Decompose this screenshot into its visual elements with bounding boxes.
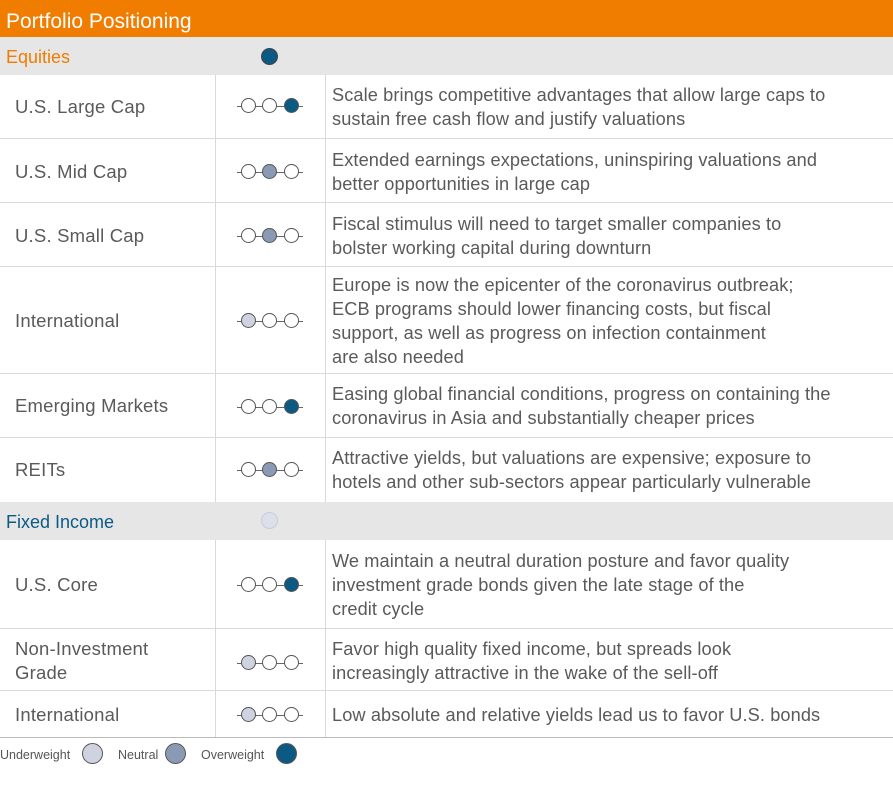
underweight-icon <box>82 743 103 764</box>
asset-class-name: U.S. Small Cap <box>15 225 145 246</box>
page-title: Portfolio Positioning <box>0 0 893 37</box>
position-indicator-icon <box>237 399 303 415</box>
position-indicator-icon <box>237 313 303 329</box>
table-row: U.S. Large Cap Scale brings competitive … <box>0 75 893 139</box>
asset-class-name: International <box>15 310 120 331</box>
underweight-marker-icon <box>261 512 278 529</box>
asset-class-name: Non-Investment Grade <box>15 638 149 683</box>
row-description: Europe is now the epicenter of the coron… <box>332 275 794 367</box>
table-row: Non-Investment Grade Favor high quality … <box>0 629 893 691</box>
section-label: Fixed Income <box>6 512 115 532</box>
row-description: Attractive yields, but valuations are ex… <box>332 448 812 492</box>
position-indicator-icon <box>237 164 303 180</box>
section-header-equities: Equities <box>0 37 893 75</box>
row-description: Favor high quality fixed income, but spr… <box>332 639 732 683</box>
position-indicator-icon <box>237 655 303 671</box>
table-row: REITs Attractive yields, but valuations … <box>0 438 893 502</box>
table-row: International Europe is now the epicente… <box>0 267 893 374</box>
row-description: Low absolute and relative yields lead us… <box>332 705 821 725</box>
row-description: Easing global financial conditions, prog… <box>332 384 831 428</box>
asset-class-name: U.S. Core <box>15 574 99 595</box>
table-row: U.S. Small Cap Fiscal stimulus will need… <box>0 203 893 267</box>
position-indicator-icon <box>237 98 303 114</box>
row-description: Scale brings competitive advantages that… <box>332 85 826 129</box>
section-header-fixed-income: Fixed Income <box>0 502 893 540</box>
legend-label: Underweight <box>0 748 71 762</box>
table-row: U.S. Core We maintain a neutral duration… <box>0 540 893 629</box>
overweight-icon <box>276 743 297 764</box>
position-indicator-icon <box>237 462 303 478</box>
section-label: Equities <box>6 47 71 67</box>
row-description: Fiscal stimulus will need to target smal… <box>332 214 782 258</box>
table-row: International Low absolute and relative … <box>0 691 893 738</box>
overweight-marker-icon <box>261 48 278 65</box>
position-indicator-icon <box>237 228 303 244</box>
position-indicator-icon <box>237 707 303 723</box>
position-indicator-icon <box>237 577 303 593</box>
table-row: Emerging Markets Easing global financial… <box>0 374 893 438</box>
row-description: We maintain a neutral duration posture a… <box>332 551 790 619</box>
asset-class-name: International <box>15 704 120 725</box>
row-description: Extended earnings expectations, uninspir… <box>332 150 818 194</box>
asset-class-name: REITs <box>15 459 66 480</box>
legend-label: Neutral <box>118 748 159 762</box>
legend-label: Overweight <box>201 748 265 762</box>
table-row: U.S. Mid Cap Extended earnings expectati… <box>0 139 893 203</box>
asset-class-name: U.S. Large Cap <box>15 96 146 117</box>
asset-class-name: U.S. Mid Cap <box>15 161 128 182</box>
neutral-icon <box>165 743 186 764</box>
asset-class-name: Emerging Markets <box>15 395 169 416</box>
